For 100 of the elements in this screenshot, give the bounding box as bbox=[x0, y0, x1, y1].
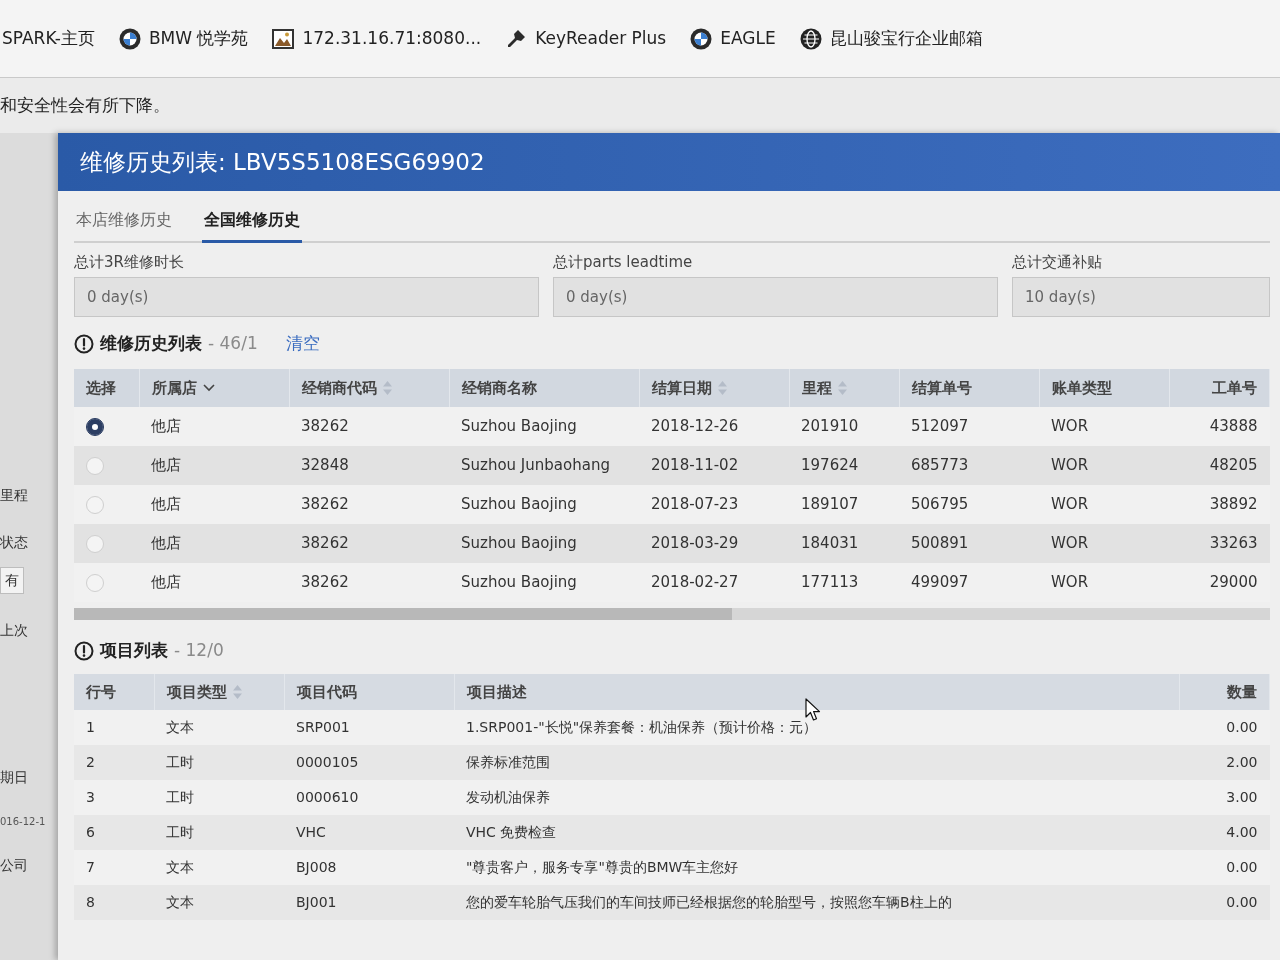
table-cell: 2.00 bbox=[1179, 745, 1270, 780]
bookmark-link[interactable]: KeyReader Plus bbox=[505, 25, 667, 52]
table-cell: 2018-02-27 bbox=[639, 563, 789, 602]
column-header[interactable]: 项目类型 bbox=[154, 674, 284, 710]
table-cell: 7 bbox=[74, 850, 154, 885]
bookmark-link[interactable]: BMW 悦学苑 bbox=[118, 25, 249, 52]
column-header-label: 项目类型 bbox=[166, 681, 227, 703]
column-header: 工单号 bbox=[1169, 369, 1270, 407]
table-cell: 3 bbox=[74, 780, 154, 815]
table-cell: 2018-07-23 bbox=[639, 485, 789, 524]
table-cell: SRP001 bbox=[284, 710, 454, 745]
table-cell: VHC 免费检查 bbox=[454, 815, 1180, 850]
table-cell: Suzhou Baojing bbox=[449, 563, 639, 602]
table-cell: 文本 bbox=[154, 885, 284, 920]
table-cell: 2 bbox=[74, 745, 154, 780]
column-header: 项目描述 bbox=[454, 674, 1180, 710]
bookmark-link[interactable]: 172.31.16.71:8080... bbox=[272, 25, 482, 52]
page-notice-text: 和安全性会有所下降。 bbox=[0, 93, 170, 117]
tab[interactable]: 全国维修历史 bbox=[202, 199, 302, 243]
radio-button[interactable] bbox=[86, 417, 104, 436]
column-header: 账单类型 bbox=[1039, 369, 1169, 407]
bookmark-link[interactable]: EAGLE bbox=[690, 25, 776, 52]
column-header[interactable]: 结算日期 bbox=[639, 369, 789, 407]
record-count: - 46/1 bbox=[208, 332, 258, 356]
table-cell: VHC bbox=[284, 815, 454, 850]
horizontal-scrollbar[interactable] bbox=[74, 608, 1270, 620]
table-cell: 发动机油保养 bbox=[454, 780, 1180, 815]
table-cell: 2018-12-26 bbox=[639, 407, 789, 446]
sort-icon bbox=[382, 381, 392, 395]
field-label: 总计交通补贴 bbox=[1012, 252, 1103, 273]
background-field: 有 bbox=[0, 567, 24, 594]
table-cell: 512097 bbox=[899, 407, 1039, 446]
table-cell: 197624 bbox=[789, 446, 899, 485]
record-count: - 12/0 bbox=[174, 639, 224, 663]
table-row[interactable]: 他店 38262 Suzhou Baojing 2018-12-26 201910 512097 WOR 43888 bbox=[74, 407, 1270, 446]
table-cell: 0000610 bbox=[284, 780, 454, 815]
column-header: 数量 bbox=[1179, 674, 1270, 710]
column-header-label: 经销商代码 bbox=[301, 377, 377, 399]
table-row[interactable]: 他店 38262 Suzhou Baojing 2018-07-23 189107 506795 WOR 38892 bbox=[74, 485, 1270, 524]
table-cell: 文本 bbox=[154, 850, 284, 885]
total-field[interactable]: 0 day(s) bbox=[553, 277, 998, 317]
column-header: 项目代码 bbox=[284, 674, 454, 710]
table-cell: 工时 bbox=[154, 745, 284, 780]
column-header-label: 结算日期 bbox=[651, 377, 712, 399]
column-header[interactable]: 经销商代码 bbox=[289, 369, 449, 407]
table-cell: 177113 bbox=[789, 563, 899, 602]
column-header: 选择 bbox=[74, 369, 139, 407]
total-field[interactable]: 10 day(s) bbox=[1012, 277, 1270, 317]
table-cell: 2018-11-02 bbox=[639, 446, 789, 485]
background-label: 公司 bbox=[0, 856, 28, 875]
table-cell: WOR bbox=[1039, 407, 1169, 446]
table-cell: 33263 bbox=[1169, 524, 1270, 563]
globe-icon bbox=[799, 27, 822, 50]
table-cell: Suzhou Baojing bbox=[449, 524, 639, 563]
table-cell: 他店 bbox=[139, 563, 289, 602]
table-cell: 38262 bbox=[289, 563, 449, 602]
table-cell: 工时 bbox=[154, 780, 284, 815]
table-cell: BJ001 bbox=[284, 885, 454, 920]
column-header-label: 里程 bbox=[801, 377, 832, 399]
column-header: 行号 bbox=[74, 674, 154, 710]
table-cell: "尊贵客户，服务专享"尊贵的BMW车主您好 bbox=[454, 850, 1180, 885]
table-cell: 29000 bbox=[1169, 563, 1270, 602]
table-cell: 他店 bbox=[139, 407, 289, 446]
table-cell: 685773 bbox=[899, 446, 1039, 485]
info-icon bbox=[74, 334, 94, 354]
background-label: 里程 bbox=[0, 486, 28, 505]
tab[interactable]: 本店维修历史 bbox=[74, 199, 174, 243]
table-cell: 184031 bbox=[789, 524, 899, 563]
clear-link[interactable]: 清空 bbox=[285, 331, 320, 357]
total-field[interactable]: 0 day(s) bbox=[74, 277, 539, 317]
quartered-circle-icon bbox=[118, 27, 141, 50]
table-cell: Suzhou Baojing bbox=[449, 485, 639, 524]
quartered-circle-icon bbox=[690, 27, 713, 50]
table-cell: 201910 bbox=[789, 407, 899, 446]
background-label: 上次 bbox=[0, 621, 28, 640]
column-header[interactable]: 里程 bbox=[789, 369, 899, 407]
table-cell: Suzhou Baojing bbox=[449, 407, 639, 446]
table-cell: 他店 bbox=[139, 485, 289, 524]
column-header: 经销商名称 bbox=[449, 369, 639, 407]
table-cell: 他店 bbox=[139, 524, 289, 563]
background-label: 状态 bbox=[0, 533, 28, 552]
field-label: 总计parts leadtime bbox=[553, 252, 694, 273]
background-label: 期日 bbox=[0, 768, 28, 787]
table-cell: 506795 bbox=[899, 485, 1039, 524]
column-header[interactable]: 所属店 bbox=[139, 369, 289, 407]
background-value: 016-12-1 bbox=[0, 815, 46, 829]
bookmark-link[interactable]: SPARK-主页 bbox=[2, 25, 95, 52]
table-cell: 工时 bbox=[154, 815, 284, 850]
table-cell: 1 bbox=[74, 710, 154, 745]
table-cell: 0.00 bbox=[1179, 710, 1270, 745]
table-cell: 6 bbox=[74, 815, 154, 850]
table-cell: 38262 bbox=[289, 407, 449, 446]
table-cell: 0000105 bbox=[284, 745, 454, 780]
table-row[interactable]: 他店 32848 Suzhou Junbaohang 2018-11-02 197624 685773 WOR 48205 bbox=[74, 446, 1270, 485]
table-row[interactable]: 他店 38262 Suzhou Baojing 2018-03-29 184031 500891 WOR 33263 bbox=[74, 524, 1270, 563]
bookmark-link[interactable]: 昆山骏宝行企业邮箱 bbox=[799, 25, 983, 52]
table-cell: WOR bbox=[1039, 563, 1169, 602]
table-cell: 您的爱车轮胎气压我们的车间技师已经根据您的轮胎型号，按照您车辆B柱上的 bbox=[454, 885, 1180, 920]
table-cell: 189107 bbox=[789, 485, 899, 524]
field-label: 总计3R维修时长 bbox=[74, 252, 185, 273]
